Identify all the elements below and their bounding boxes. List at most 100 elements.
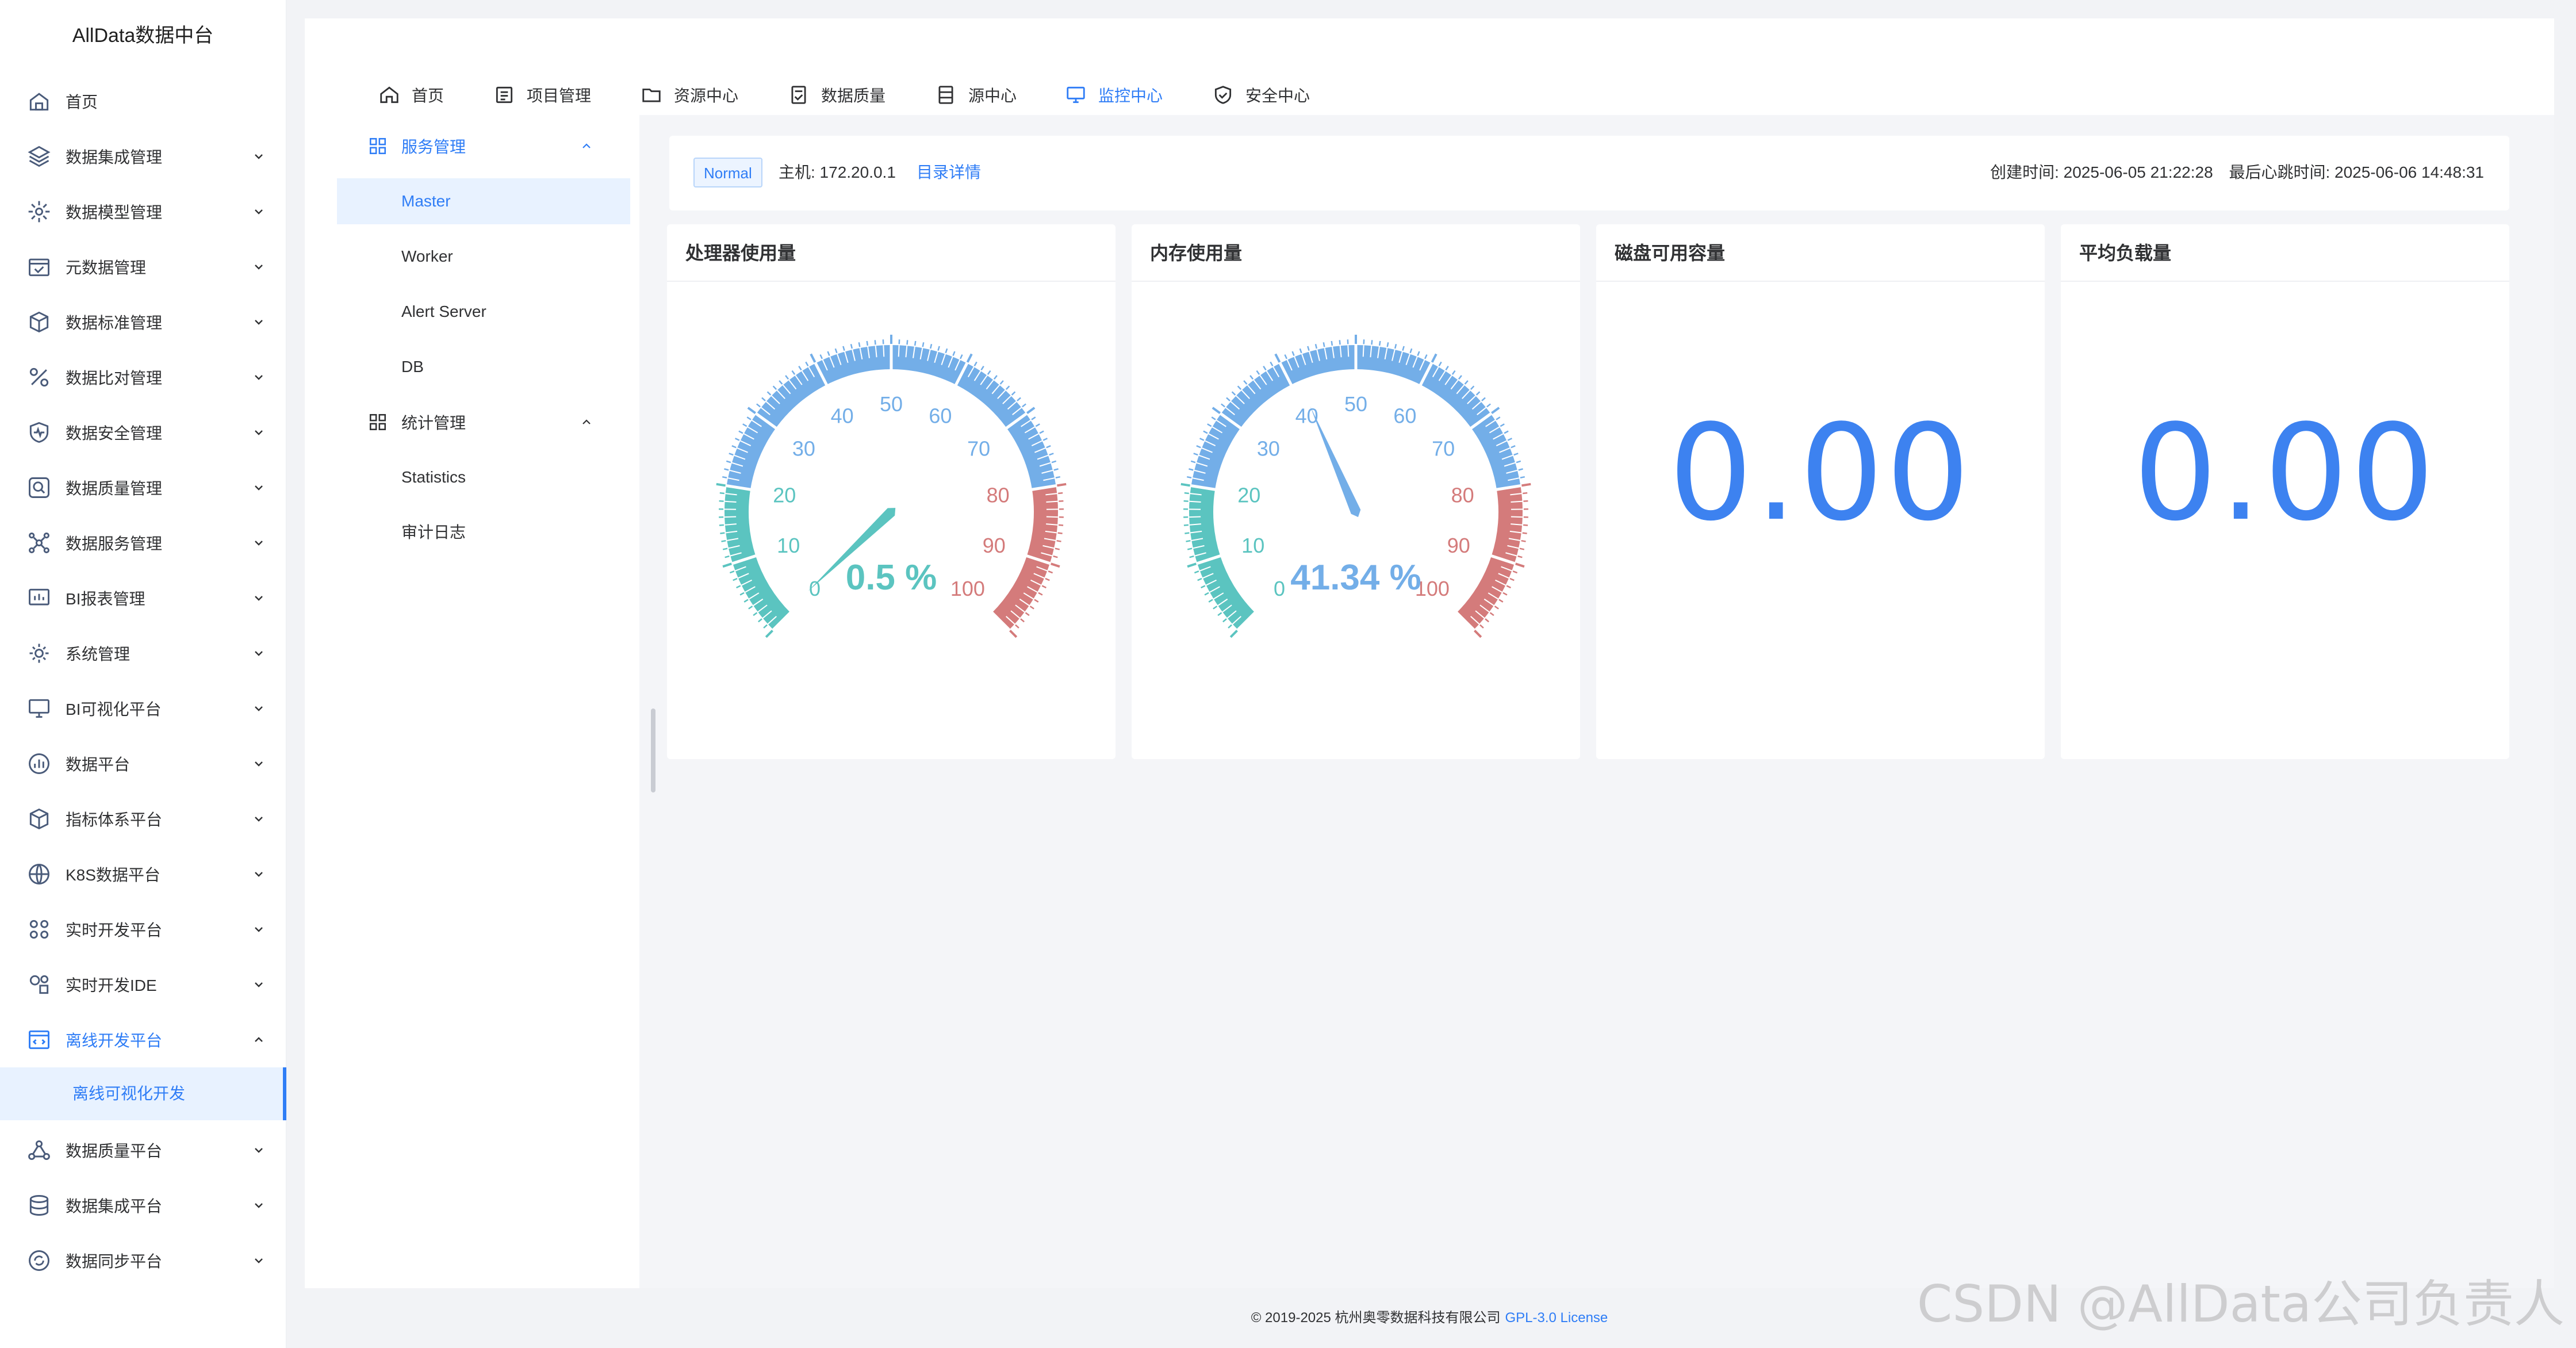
cpu-usage-card: 处理器使用量 0 10 20 30 40 50 60 70 80 90 100 0.5 % — [667, 224, 1116, 759]
server-list-icon — [938, 86, 953, 104]
sub-item-db[interactable]: DB — [337, 344, 630, 390]
license-link[interactable]: GPL-3.0 License — [1505, 1310, 1608, 1326]
sidebar-item[interactable]: 数据集成平台 — [0, 1178, 286, 1233]
group-service-management[interactable]: 服务管理 — [305, 123, 592, 169]
gauge-outer-tick — [1502, 592, 1508, 596]
chevron-down-icon — [255, 1148, 263, 1153]
chevron-down-icon — [255, 927, 263, 932]
sidebar-item[interactable]: 系统管理 — [0, 626, 286, 681]
gauge-outer-tick — [1424, 354, 1428, 359]
tab-resource[interactable]: 资源中心 — [641, 81, 738, 109]
sidebar-item[interactable]: BI报表管理 — [0, 570, 286, 626]
card-title: 处理器使用量 — [667, 224, 1116, 282]
gauge-outer-tick — [761, 397, 766, 401]
sidebar-item[interactable]: 数据平台 — [0, 736, 286, 791]
gauge-tick — [1046, 516, 1058, 518]
gauge-outer-tick — [1039, 430, 1044, 434]
sub-item-worker[interactable]: Worker — [337, 233, 630, 279]
gauge-outer-tick — [1496, 416, 1501, 420]
app-title: AllData数据中台 — [72, 25, 214, 47]
gauge-outer-tick — [1035, 423, 1040, 427]
sidebar-item[interactable]: 指标体系平台 — [0, 791, 286, 847]
sidebar-item[interactable]: 离线开发平台 — [0, 1012, 286, 1067]
gauge-tick-label: 10 — [777, 534, 800, 557]
folder-icon — [642, 89, 661, 102]
sidebar-item[interactable]: 实时开发IDE — [0, 957, 286, 1012]
sidebar-item-label: 指标体系平台 — [66, 811, 163, 829]
sub-item-audit-log[interactable]: 审计日志 — [337, 510, 630, 556]
gauge-outer-tick — [1228, 624, 1232, 629]
sidebar-item[interactable]: 数据标准管理 — [0, 294, 286, 350]
sidebar-item[interactable]: 数据服务管理 — [0, 515, 286, 570]
tab-source[interactable]: 源中心 — [935, 81, 1017, 109]
sidebar-item[interactable]: 实时开发平台 — [0, 902, 286, 957]
sidebar-item[interactable]: BI可视化平台 — [0, 681, 286, 736]
gauge-outer-tick — [1489, 612, 1494, 616]
sidebar-item[interactable]: 数据质量平台 — [0, 1123, 286, 1178]
tab-monitor[interactable]: 监控中心 — [1065, 81, 1163, 109]
sidebar-item-label: 数据比对管理 — [66, 369, 163, 387]
gauge-outer-tick — [1055, 476, 1061, 479]
sub-item-statistics[interactable]: Statistics — [337, 454, 630, 500]
gauge-outer-tick — [726, 460, 731, 464]
gauge-outer-tick — [1184, 532, 1190, 534]
gauge-outer-tick — [724, 555, 730, 558]
gauge-outer-tick — [1445, 366, 1449, 371]
tab-data-quality[interactable]: 数据质量 — [788, 81, 885, 109]
gauge-tick-label: 50 — [1344, 392, 1367, 416]
gauge-outer-tick — [1190, 460, 1196, 464]
gauge-outer-tick — [1042, 438, 1048, 441]
gauge-outer-tick — [1045, 577, 1050, 581]
gauge-outer-tick — [1196, 445, 1201, 449]
sidebar-item[interactable]: 数据同步平台 — [0, 1233, 286, 1288]
group-label: 统计管理 — [401, 414, 466, 432]
gauge-outer-tick — [1256, 370, 1260, 375]
directory-details-link[interactable]: 目录详情 — [917, 158, 981, 187]
chevron-down-icon — [255, 375, 263, 380]
flower-icon — [25, 916, 53, 943]
monitor-icon — [25, 695, 53, 722]
chevron-down-icon — [255, 209, 263, 215]
sidebar-item[interactable]: 首页 — [0, 74, 286, 129]
gauge-outer-tick — [1048, 570, 1053, 574]
sidebar-item[interactable]: 元数据管理 — [0, 239, 286, 294]
gauge-outer-tick — [1512, 570, 1518, 574]
gauge-tick — [724, 500, 737, 503]
memory-usage-card: 内存使用量 0 10 20 30 40 50 60 70 80 90 100 41.34 % — [1132, 224, 1580, 759]
gauge-outer-tick — [1226, 397, 1230, 401]
sidebar-item[interactable]: 数据比对管理 — [0, 350, 286, 405]
gauge-outer-tick — [1513, 453, 1519, 456]
tab-security[interactable]: 安全中心 — [1212, 81, 1310, 109]
disk-available-card: 磁盘可用容量 0.00 — [1596, 224, 2045, 759]
gauge-band — [724, 485, 791, 630]
gauge-tick-label: 70 — [1432, 436, 1455, 460]
gauge-outer-tick — [960, 354, 963, 359]
sub-item-alert-server[interactable]: Alert Server — [337, 289, 630, 335]
panel-resize-handle[interactable] — [651, 709, 656, 792]
tab-home[interactable]: 首页 — [378, 81, 444, 109]
gauge-outer-tick — [1183, 524, 1189, 526]
gauge-outer-tick — [1237, 385, 1242, 390]
tab-project[interactable]: 项目管理 — [493, 81, 591, 109]
chevron-down-icon — [255, 817, 263, 822]
gauge-outer-tick — [1386, 342, 1389, 347]
tab-label: 首页 — [412, 87, 444, 105]
sub-item-master[interactable]: Master — [337, 178, 630, 224]
home-icon — [25, 87, 53, 115]
grid-icon — [369, 413, 386, 431]
sidebar-item[interactable]: 数据质量管理 — [0, 460, 286, 515]
card-title: 磁盘可用容量 — [1596, 224, 2045, 282]
sidebar-item[interactable]: K8S数据平台 — [0, 847, 286, 902]
gauge-outer-tick — [1212, 407, 1221, 414]
gauge-outer-tick — [1451, 370, 1456, 375]
group-statistics-management[interactable]: 统计管理 — [305, 399, 592, 445]
gauge-outer-tick — [1314, 343, 1318, 349]
gauge-outer-tick — [1500, 423, 1505, 427]
gauge-outer-tick — [1029, 606, 1034, 610]
gauge-outer-tick — [791, 370, 796, 375]
sidebar-subitem-offline-visual-dev[interactable]: 离线可视化开发 — [0, 1067, 286, 1120]
sidebar-item[interactable]: 数据集成管理 — [0, 129, 286, 184]
sidebar-item[interactable]: 数据安全管理 — [0, 405, 286, 460]
sidebar-item[interactable]: 数据模型管理 — [0, 184, 286, 239]
cube-icon — [25, 308, 53, 336]
